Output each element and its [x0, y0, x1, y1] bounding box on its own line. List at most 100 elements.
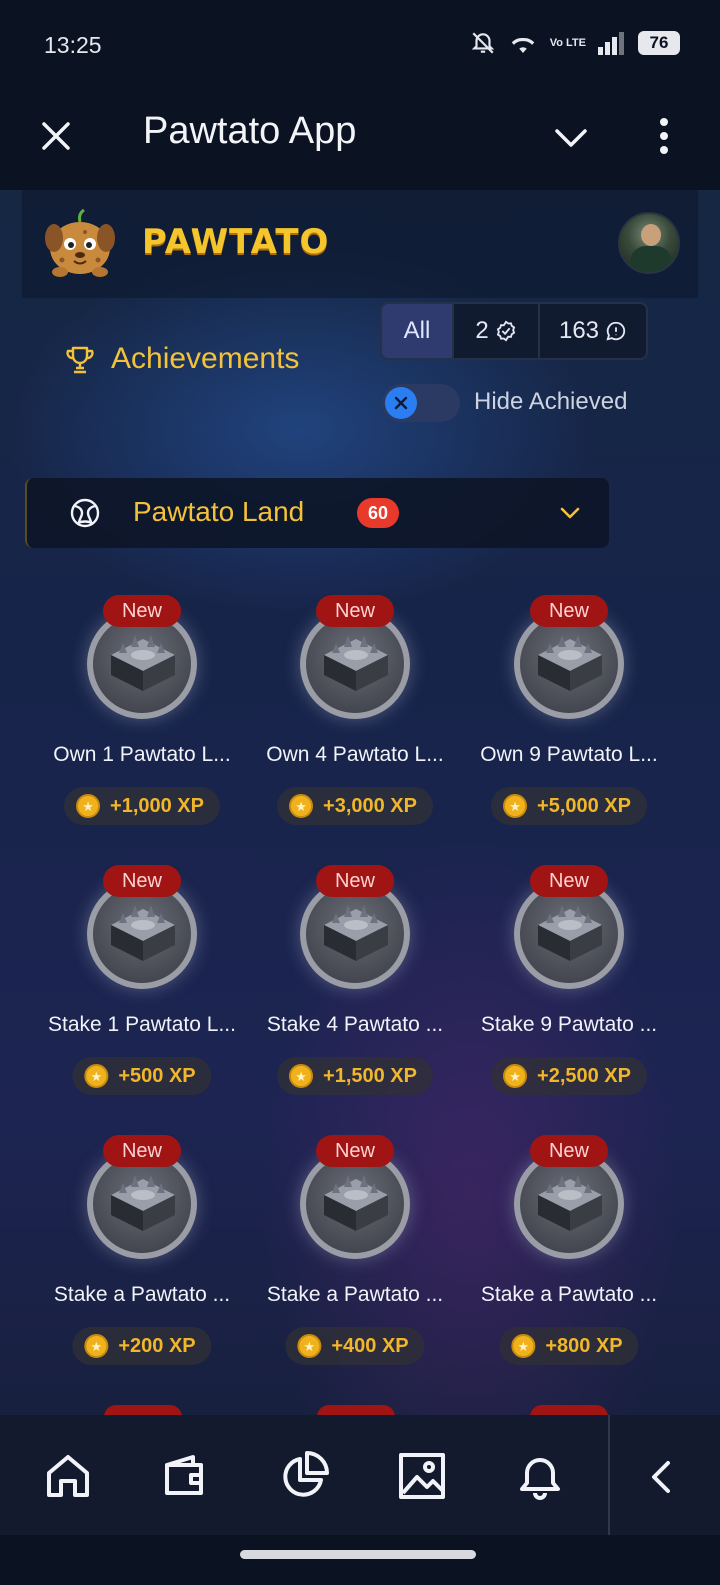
globe-icon [70, 498, 100, 528]
gesture-area [0, 1535, 720, 1585]
xp-reward-text: +500 XP [118, 1064, 196, 1087]
achievement-title: Stake a Pawtato ... [266, 1283, 444, 1306]
xp-reward-text: +800 XP [545, 1334, 623, 1357]
xp-reward-text: +1,000 XP [110, 794, 204, 817]
chat-icon [606, 321, 626, 341]
filter-comments-button[interactable]: 163 [540, 304, 646, 358]
filter-achieved-count: 2 [475, 317, 489, 344]
achievement-card[interactable]: New Stake a Pawtato ... ★ +400 XP [248, 1135, 462, 1385]
new-badge: New [316, 595, 394, 627]
achievement-title: Own 1 Pawtato L... [53, 743, 231, 766]
achievement-card[interactable]: New Own 4 Pawtato L... ★ +3,000 XP [248, 595, 462, 845]
coin-icon: ★ [503, 1064, 528, 1088]
xp-reward-pill: ★ +1,500 XP [277, 1057, 433, 1095]
toggle-knob [385, 387, 417, 419]
achievement-card[interactable]: New Own 9 Pawtato L... ★ +5,000 XP [462, 595, 676, 845]
new-badge: New [530, 595, 608, 627]
category-label: Pawtato Land [133, 496, 305, 527]
back-chevron-icon[interactable] [646, 1457, 676, 1497]
xp-reward-pill: ★ +400 XP [285, 1327, 425, 1365]
category-count-badge: 60 [357, 498, 399, 528]
achievement-title: Own 9 Pawtato L... [480, 743, 658, 766]
xp-reward-pill: ★ +2,500 XP [491, 1057, 647, 1095]
xp-reward-text: +2,500 XP [537, 1064, 631, 1087]
filter-all-label: All [403, 317, 431, 344]
chevron-down-icon [560, 507, 580, 519]
hide-achieved-label: Hide Achieved [474, 388, 628, 415]
achievement-title: Stake a Pawtato ... [53, 1283, 231, 1306]
volte-icon: Vo LTE [549, 36, 586, 49]
nav-divider [608, 1415, 610, 1535]
wallet-icon[interactable] [159, 1449, 213, 1503]
xp-reward-pill: ★ +500 XP [72, 1057, 212, 1095]
coin-icon: ★ [76, 794, 101, 818]
pie-chart-icon[interactable] [277, 1449, 331, 1503]
avatar[interactable] [618, 212, 680, 274]
bottom-nav [0, 1415, 720, 1535]
achievement-filter-group: All 2 163 [380, 302, 648, 360]
xp-reward-text: +200 XP [118, 1334, 196, 1357]
site-header: PAWTATO [22, 190, 698, 298]
achievement-title: Stake 9 Pawtato ... [480, 1013, 658, 1036]
brand-wordmark[interactable]: PAWTATO [142, 222, 329, 262]
coin-icon: ★ [289, 794, 314, 818]
xp-reward-pill: ★ +5,000 XP [491, 787, 647, 825]
hide-achieved-toggle[interactable] [382, 384, 460, 422]
filter-achieved-button[interactable]: 2 [454, 304, 540, 358]
xp-reward-text: +5,000 XP [537, 794, 631, 817]
web-content: PAWTATO Achievements All 2 163 Hide Achi… [0, 190, 720, 1415]
bell-muted-icon [471, 32, 495, 54]
xp-reward-pill: ★ +1,000 XP [64, 787, 220, 825]
xp-reward-pill: ★ +3,000 XP [277, 787, 433, 825]
coin-icon: ★ [84, 1064, 109, 1088]
achievement-card[interactable]: New Stake 9 Pawtato ... ★ +2,500 XP [462, 865, 676, 1115]
battery-indicator: 76 [638, 31, 680, 55]
xp-reward-text: +3,000 XP [323, 794, 417, 817]
new-badge-peek [530, 1405, 608, 1415]
close-icon [394, 396, 408, 410]
more-vert-icon[interactable] [652, 116, 676, 156]
home-icon[interactable] [41, 1449, 95, 1503]
new-badge: New [316, 1135, 394, 1167]
achievements-title: Achievements [111, 342, 300, 375]
xp-reward-text: +1,500 XP [323, 1064, 417, 1087]
signal-icon [598, 32, 624, 55]
xp-reward-text: +400 XP [331, 1334, 409, 1357]
gesture-bar[interactable] [240, 1550, 476, 1559]
image-icon[interactable] [395, 1449, 449, 1503]
app-title: Pawtato App [143, 110, 357, 152]
app-bar: Pawtato App [0, 90, 720, 190]
achievement-card[interactable]: New Stake a Pawtato ... ★ +200 XP [35, 1135, 249, 1385]
avatar-head [641, 224, 661, 246]
new-badge: New [530, 1135, 608, 1167]
new-badge: New [103, 595, 181, 627]
achievement-card[interactable]: New Stake a Pawtato ... ★ +800 XP [462, 1135, 676, 1385]
coin-icon: ★ [297, 1334, 322, 1358]
achievement-title: Stake 1 Pawtato L... [48, 1013, 236, 1036]
coin-icon: ★ [289, 1064, 314, 1088]
achievement-title: Stake a Pawtato ... [480, 1283, 658, 1306]
achievement-card[interactable]: New Stake 1 Pawtato L... ★ +500 XP [35, 865, 249, 1115]
close-icon[interactable] [36, 116, 76, 156]
coin-icon: ★ [503, 794, 528, 818]
pawtato-logo[interactable] [40, 208, 120, 278]
status-bar: 13:25 Vo LTE 76 [0, 0, 720, 90]
new-badge-peek [104, 1405, 182, 1415]
achievement-title: Own 4 Pawtato L... [266, 743, 444, 766]
new-badge-peek [317, 1405, 395, 1415]
achievement-card[interactable]: New Stake 4 Pawtato ... ★ +1,500 XP [248, 865, 462, 1115]
bell-icon[interactable] [513, 1449, 567, 1503]
status-icons: Vo LTE 76 [470, 30, 680, 56]
xp-reward-pill: ★ +200 XP [72, 1327, 212, 1365]
avatar-body [630, 246, 672, 272]
status-time: 13:25 [44, 32, 102, 58]
chevron-down-icon[interactable] [553, 120, 589, 156]
new-badge: New [103, 865, 181, 897]
achievement-card[interactable]: New Own 1 Pawtato L... ★ +1,000 XP [35, 595, 249, 845]
category-dropdown[interactable]: Pawtato Land 60 [25, 478, 609, 548]
coin-icon: ★ [511, 1334, 536, 1358]
filter-all-button[interactable]: All [382, 304, 454, 358]
new-badge: New [530, 865, 608, 897]
wifi-icon [511, 37, 534, 53]
achievement-title: Stake 4 Pawtato ... [266, 1013, 444, 1036]
